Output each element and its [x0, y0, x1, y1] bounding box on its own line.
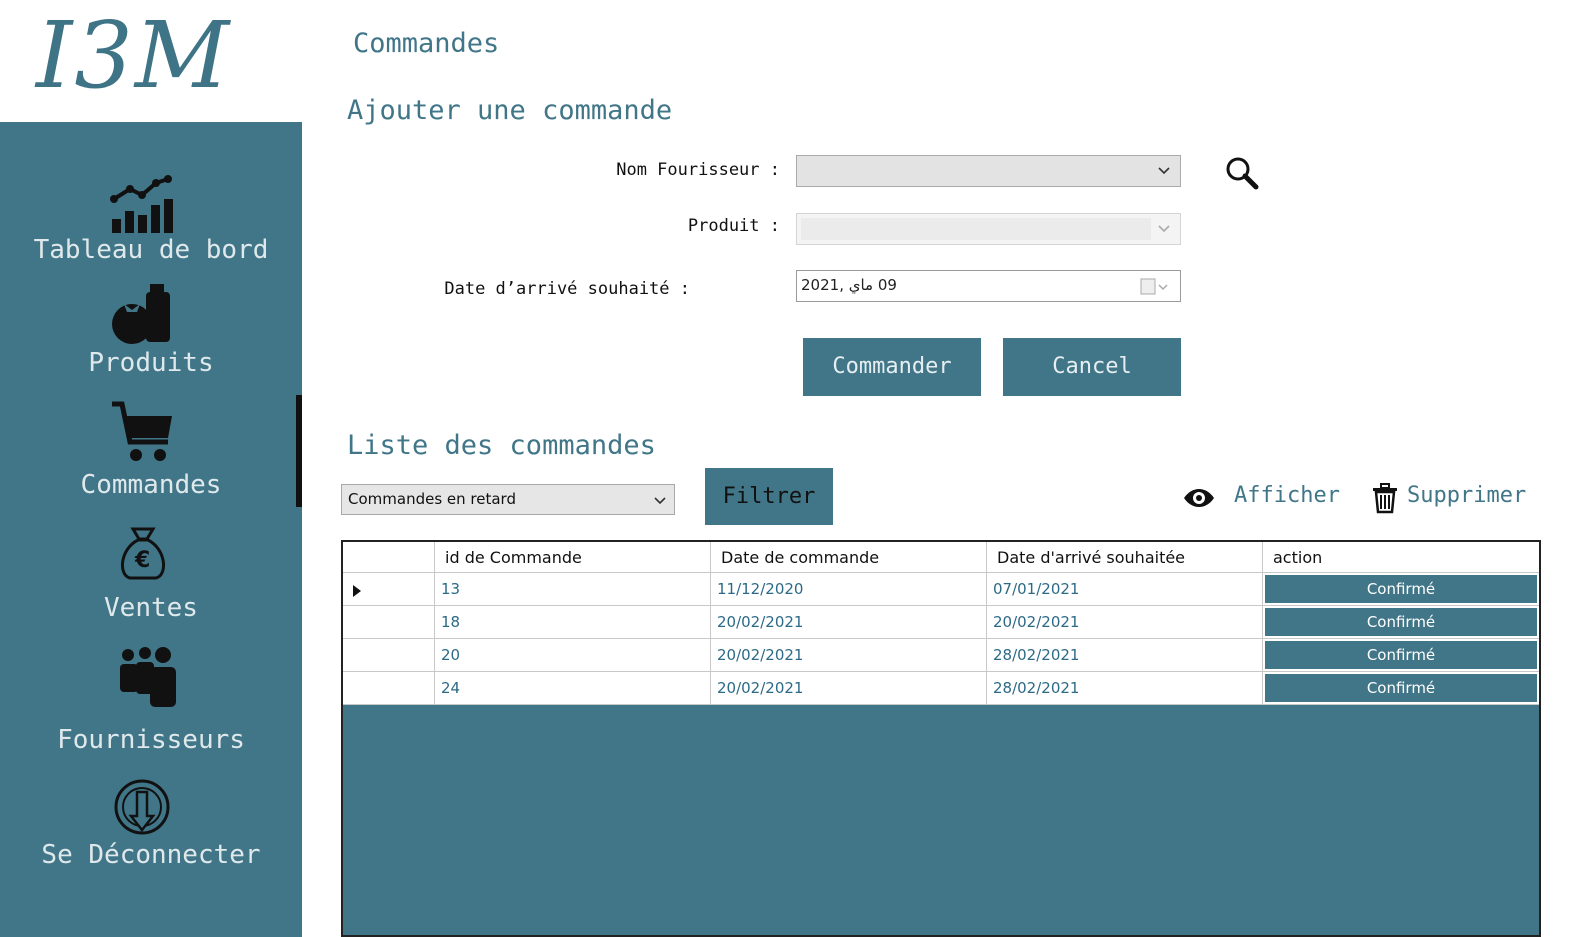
date-value: 09 ماي ,2021	[801, 276, 897, 294]
sidebar-item-label: Fournisseurs	[57, 725, 245, 755]
sidebar-item-label: Produits	[88, 348, 214, 378]
confirm-button[interactable]: Confirmé	[1265, 575, 1537, 603]
confirm-button[interactable]: Confirmé	[1265, 641, 1537, 669]
cart-icon	[112, 401, 172, 461]
confirm-button[interactable]: Confirmé	[1265, 608, 1537, 636]
order-date-cell[interactable]: 20/02/2021	[711, 639, 987, 672]
sidebar-item-label: Se Déconnecter	[41, 840, 261, 870]
logo-area: I3M	[0, 0, 302, 122]
order-id-cell[interactable]: 20	[435, 639, 711, 672]
sidebar-item-label: Tableau de bord	[33, 235, 269, 265]
column-header[interactable]: id de Commande	[435, 542, 711, 573]
order-date-cell[interactable]: 20/02/2021	[711, 606, 987, 639]
chevron-down-icon	[654, 497, 666, 505]
arrival-date-cell[interactable]: 28/02/2021	[987, 672, 1263, 705]
list-title: Liste des commandes	[347, 430, 656, 461]
row-selector[interactable]	[343, 606, 435, 639]
confirm-button[interactable]: Confirmé	[1265, 674, 1537, 702]
action-cell: Confirmé	[1263, 639, 1539, 672]
calendar-icon	[1140, 278, 1168, 295]
trash-icon	[1373, 483, 1397, 514]
arrival-date-cell[interactable]: 07/01/2021	[987, 573, 1263, 606]
grocery-icon	[112, 284, 170, 344]
filter-button[interactable]: Filtrer	[705, 468, 833, 525]
sidebar-item-produits[interactable]: Produits	[0, 282, 302, 382]
sidebar-item-label: Ventes	[104, 593, 198, 623]
action-cell: Confirmé	[1263, 672, 1539, 705]
order-id-cell[interactable]: 18	[435, 606, 711, 639]
row-header-corner	[343, 542, 435, 573]
svg-text:€: €	[134, 548, 150, 573]
order-date-cell[interactable]: 11/12/2020	[711, 573, 987, 606]
column-header[interactable]: Date d'arrivé souhaitée	[987, 542, 1263, 573]
supplier-select[interactable]	[796, 155, 1181, 187]
order-id-cell[interactable]: 24	[435, 672, 711, 705]
orders-table[interactable]: id de Commande Date de commande Date d'a…	[341, 540, 1541, 937]
sidebar-item-commandes[interactable]: Commandes	[0, 400, 302, 505]
cancel-button[interactable]: Cancel	[1003, 338, 1181, 396]
table-row[interactable]: 18 20/02/2021 20/02/2021 Confirmé	[343, 606, 1539, 639]
supplier-label: Nom Fourisseur :	[616, 160, 780, 180]
order-id-cell[interactable]: 13	[435, 573, 711, 606]
order-date-cell[interactable]: 20/02/2021	[711, 672, 987, 705]
chevron-down-icon	[1158, 225, 1170, 233]
chevron-down-icon	[1158, 167, 1170, 175]
date-picker[interactable]: 09 ماي ,2021	[796, 270, 1181, 302]
filter-select[interactable]: Commandes en retard	[341, 484, 675, 515]
people-icon	[120, 647, 176, 707]
row-selector[interactable]	[343, 639, 435, 672]
delete-label: Supprimer	[1407, 483, 1527, 508]
sidebar-item-tableau-de-bord[interactable]: Tableau de bord	[0, 175, 302, 270]
app-logo: I3M	[36, 2, 232, 109]
action-cell: Confirmé	[1263, 573, 1539, 606]
current-row-icon	[353, 585, 361, 597]
search-icon[interactable]	[1224, 155, 1260, 191]
row-selector[interactable]	[343, 672, 435, 705]
table-row[interactable]: 24 20/02/2021 28/02/2021 Confirmé	[343, 672, 1539, 705]
product-label: Produit :	[687, 216, 780, 236]
view-label: Afficher	[1234, 483, 1340, 508]
product-select[interactable]	[796, 213, 1181, 245]
sidebar-item-fournisseurs[interactable]: Fournisseurs	[0, 645, 302, 760]
action-cell: Confirmé	[1263, 606, 1539, 639]
date-label: Date d’arrivé souhaité :	[444, 279, 690, 299]
column-header[interactable]: action	[1263, 542, 1539, 573]
logout-icon	[114, 779, 170, 835]
sidebar-item-ventes[interactable]: € Ventes	[0, 525, 302, 625]
commander-button[interactable]: Commander	[803, 338, 981, 396]
row-selector[interactable]	[343, 573, 435, 606]
page-title: Commandes	[353, 28, 500, 59]
sidebar-item-label: Commandes	[80, 470, 222, 500]
form-title: Ajouter une commande	[347, 95, 673, 126]
eye-icon	[1184, 489, 1214, 507]
arrival-date-cell[interactable]: 20/02/2021	[987, 606, 1263, 639]
money-bag-icon: €	[121, 527, 165, 580]
arrival-date-cell[interactable]: 28/02/2021	[987, 639, 1263, 672]
column-header[interactable]: Date de commande	[711, 542, 987, 573]
table-row[interactable]: 13 11/12/2020 07/01/2021 Confirmé	[343, 573, 1539, 606]
sidebar-item-se-deconnecter[interactable]: Se Déconnecter	[0, 778, 302, 878]
chart-icon	[110, 175, 173, 233]
table-row[interactable]: 20 20/02/2021 28/02/2021 Confirmé	[343, 639, 1539, 672]
